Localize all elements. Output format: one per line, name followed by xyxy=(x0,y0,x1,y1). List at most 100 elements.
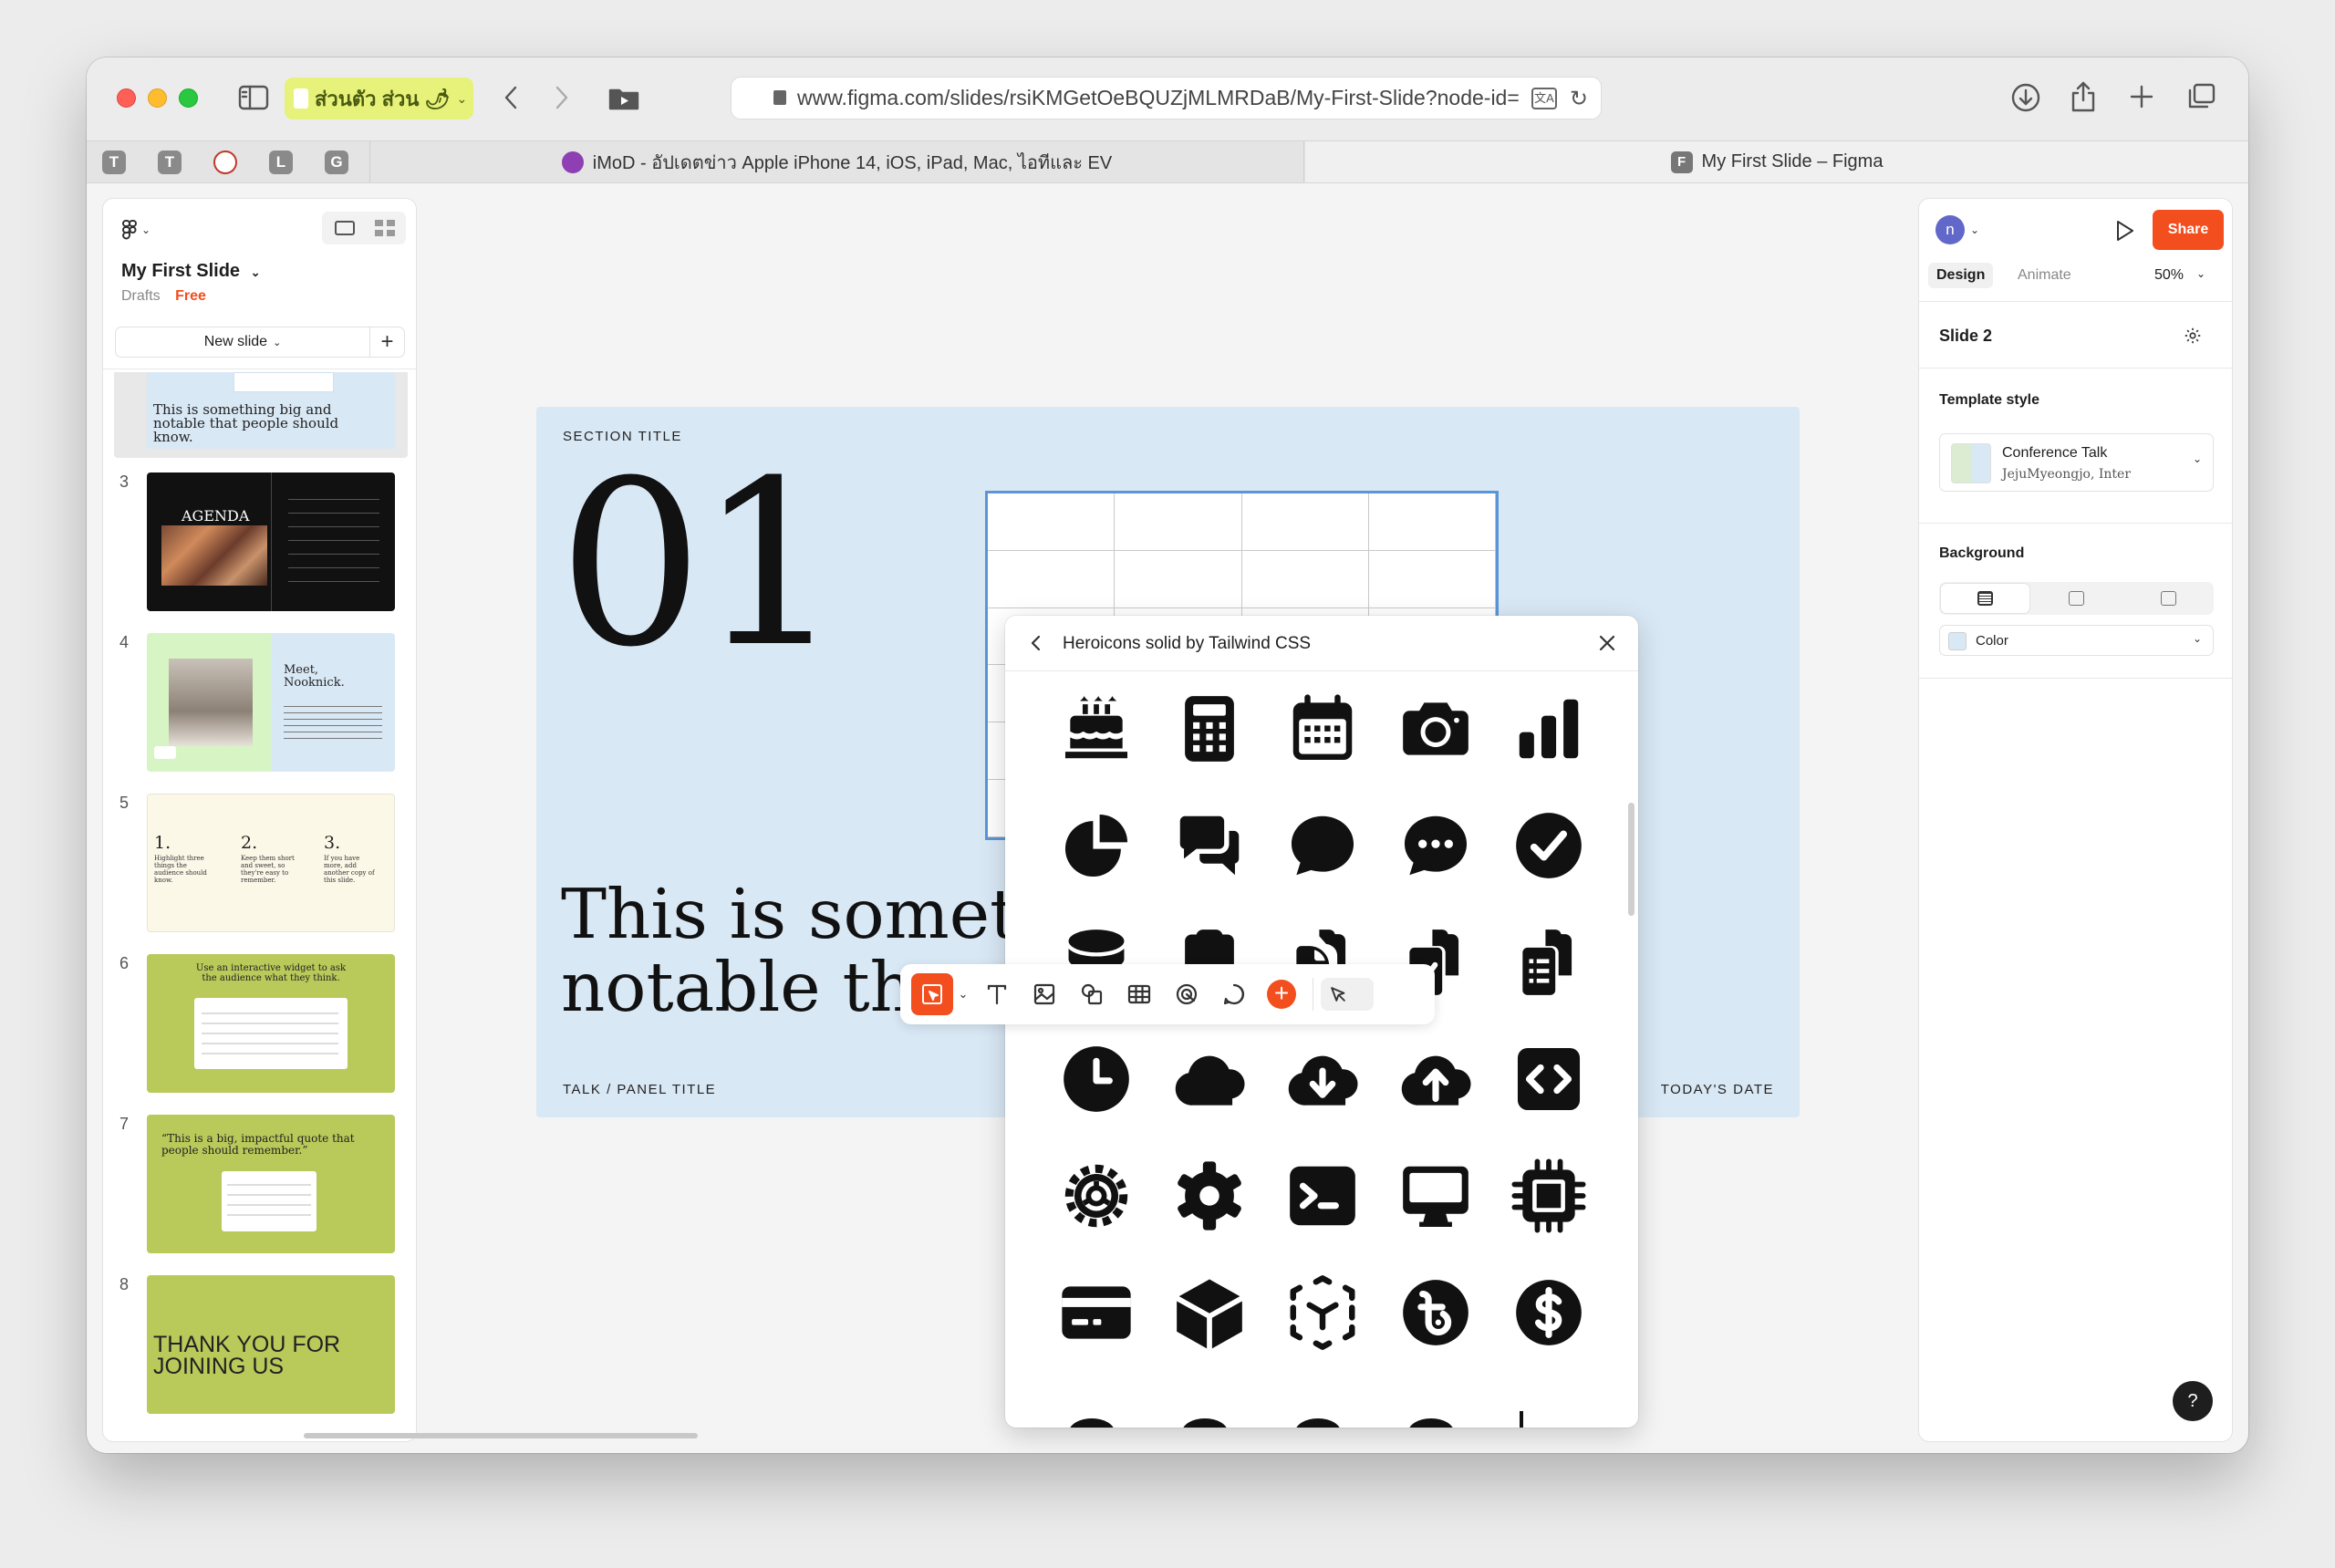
present-play-icon[interactable] xyxy=(2113,219,2137,243)
command-line-icon[interactable] xyxy=(1266,1137,1379,1254)
pinned-tab[interactable]: G xyxy=(325,151,348,174)
drafts-label[interactable]: Drafts xyxy=(121,288,161,304)
chat-bubble-oval-left-ellipsis-icon[interactable] xyxy=(1379,787,1492,904)
slide-thumbnail-4[interactable]: Meet, Nooknick. xyxy=(147,633,395,772)
text-tool-icon[interactable] xyxy=(973,971,1021,1018)
scrollbar[interactable] xyxy=(1628,803,1634,916)
check-circle-icon[interactable] xyxy=(1492,787,1605,904)
calendar-days-icon[interactable] xyxy=(1266,670,1379,787)
sidebar-toggle-icon[interactable] xyxy=(237,82,270,113)
add-widget-button[interactable]: + xyxy=(1258,971,1305,1018)
image-fill-icon[interactable] xyxy=(2161,591,2176,606)
slide-thumbnail-3[interactable]: AGENDA xyxy=(147,472,395,611)
cloud-icon[interactable] xyxy=(1153,1021,1266,1137)
slide-thumbnail-7[interactable]: “This is a big, impactful quote that peo… xyxy=(147,1115,395,1253)
solid-fill-icon[interactable] xyxy=(1941,584,2029,613)
reload-icon[interactable]: ↻ xyxy=(1570,86,1588,112)
forward-icon[interactable] xyxy=(548,81,576,114)
background-type-segmented[interactable] xyxy=(1939,582,2214,615)
quote-text: “This is a big, impactful quote that peo… xyxy=(161,1132,355,1157)
close-icon[interactable] xyxy=(1596,632,1618,654)
camera-icon[interactable] xyxy=(1379,670,1492,787)
shapes-tool-icon[interactable] xyxy=(1068,971,1116,1018)
slide-thumbnail-5[interactable]: 1. 2. 3. Highlight three things the audi… xyxy=(147,794,395,932)
credit-card-icon[interactable] xyxy=(1040,1254,1153,1371)
close-window-button[interactable] xyxy=(117,88,136,108)
pinned-tab[interactable]: L xyxy=(269,151,293,174)
single-view-icon[interactable] xyxy=(335,221,355,235)
table-tool-icon[interactable] xyxy=(1116,971,1163,1018)
pinned-tab[interactable]: T xyxy=(102,151,126,174)
share-button[interactable]: Share xyxy=(2153,210,2224,250)
translate-icon[interactable]: 文A xyxy=(1531,88,1557,109)
gradient-fill-icon[interactable] xyxy=(2069,591,2084,606)
clock-icon[interactable] xyxy=(1040,1021,1153,1137)
image-tool-icon[interactable] xyxy=(1021,971,1068,1018)
tab-figma[interactable]: F My First Slide – Figma xyxy=(1305,141,2248,182)
thank-you-text: THANK YOU FOR JOINING US xyxy=(153,1332,341,1379)
slide-thumbnail-selected[interactable]: This is something big and notable that p… xyxy=(114,372,408,458)
move-tool-button[interactable] xyxy=(911,973,953,1015)
cog-icon[interactable] xyxy=(1040,1137,1153,1254)
chart-pie-icon[interactable] xyxy=(1040,787,1153,904)
tab-overview-icon[interactable] xyxy=(2185,81,2217,112)
computer-desktop-icon[interactable] xyxy=(1379,1137,1492,1254)
slide-settings-icon[interactable] xyxy=(2183,326,2205,348)
grid-view-icon[interactable] xyxy=(375,220,395,236)
back-icon[interactable] xyxy=(1027,632,1049,654)
chevron-down-icon[interactable]: ⌄ xyxy=(953,987,973,1002)
figma-menu-icon[interactable]: ⌄ xyxy=(121,219,150,241)
back-icon[interactable] xyxy=(497,81,524,114)
chevron-down-icon: ⌄ xyxy=(2192,452,2202,465)
template-style-select[interactable]: Conference Talk JejuMyeongjo, Inter ⌄ xyxy=(1939,433,2214,492)
cube-icon[interactable] xyxy=(1153,1254,1266,1371)
slide-number: 3 xyxy=(119,472,130,491)
currency-bangladeshi-icon[interactable] xyxy=(1379,1254,1492,1371)
tab-imod[interactable]: iMoD - อัปเดตข่าว Apple iPhone 14, iOS, … xyxy=(369,141,1304,182)
agenda-divider xyxy=(271,472,272,611)
layout-view-toggle[interactable] xyxy=(322,212,406,244)
minimize-window-button[interactable] xyxy=(148,88,167,108)
media-folder-icon[interactable] xyxy=(607,83,640,112)
figma-app: ⌄ My First Slide ⌄ Drafts Free New slide… xyxy=(87,183,2248,1453)
clipboard-document-list-icon[interactable] xyxy=(1492,904,1605,1021)
cube-transparent-icon[interactable] xyxy=(1266,1254,1379,1371)
chat-bubble-oval-left-icon[interactable] xyxy=(1266,787,1379,904)
zoom-window-button[interactable] xyxy=(179,88,198,108)
pinned-tab[interactable]: T xyxy=(158,151,182,174)
comment-tool-icon[interactable] xyxy=(1210,971,1258,1018)
chat-bubble-left-right-icon[interactable] xyxy=(1153,787,1266,904)
address-bar[interactable]: www.figma.com/slides/rsiKMGetOeBQUZjMLMR… xyxy=(731,77,1602,119)
background-heading: Background xyxy=(1939,545,2025,561)
calculator-icon[interactable] xyxy=(1153,670,1266,787)
slide-thumbnail-8[interactable]: THANK YOU FOR JOINING US xyxy=(147,1275,395,1414)
add-slide-button[interactable]: + xyxy=(370,327,405,358)
zoom-control[interactable]: 50% ⌄ xyxy=(2154,267,2205,284)
tab-design[interactable]: Design xyxy=(1928,263,1994,288)
cloud-arrow-down-icon[interactable] xyxy=(1266,1021,1379,1137)
background-fill-select[interactable]: Color ⌄ xyxy=(1939,625,2214,656)
chevron-down-icon: ⌄ xyxy=(1970,223,1980,236)
file-title[interactable]: My First Slide ⌄ xyxy=(121,261,261,282)
horizontal-scrollbar[interactable] xyxy=(304,1433,698,1438)
share-page-icon[interactable] xyxy=(2068,79,2099,114)
dev-mode-toggle[interactable] xyxy=(1321,978,1374,1011)
cake-icon[interactable] xyxy=(1040,670,1153,787)
cpu-chip-icon[interactable] xyxy=(1492,1137,1605,1254)
chart-bar-icon[interactable] xyxy=(1492,670,1605,787)
cog-6-tooth-icon[interactable] xyxy=(1153,1137,1266,1254)
profile-switcher[interactable]: ส่วนตัว ส่วน 🌶 ⌄ xyxy=(285,78,473,119)
currency-dollar-icon[interactable] xyxy=(1492,1254,1605,1371)
code-bracket-square-icon[interactable] xyxy=(1492,1021,1605,1137)
interactive-widget-icon[interactable] xyxy=(1163,971,1210,1018)
help-button[interactable]: ? xyxy=(2173,1381,2213,1421)
avatar[interactable]: n ⌄ xyxy=(1935,215,1979,244)
new-slide-button[interactable]: New slide ⌄ xyxy=(115,327,370,358)
new-tab-icon[interactable] xyxy=(2126,81,2157,112)
slide-thumbnail-6[interactable]: Use an interactive widget to ask the aud… xyxy=(147,954,395,1093)
tab-animate[interactable]: Animate xyxy=(2018,267,2071,284)
point-number: 1. xyxy=(154,833,171,853)
cloud-arrow-up-icon[interactable] xyxy=(1379,1021,1492,1137)
pinned-tab-apple-icon[interactable] xyxy=(213,151,237,174)
downloads-icon[interactable] xyxy=(2009,81,2042,114)
